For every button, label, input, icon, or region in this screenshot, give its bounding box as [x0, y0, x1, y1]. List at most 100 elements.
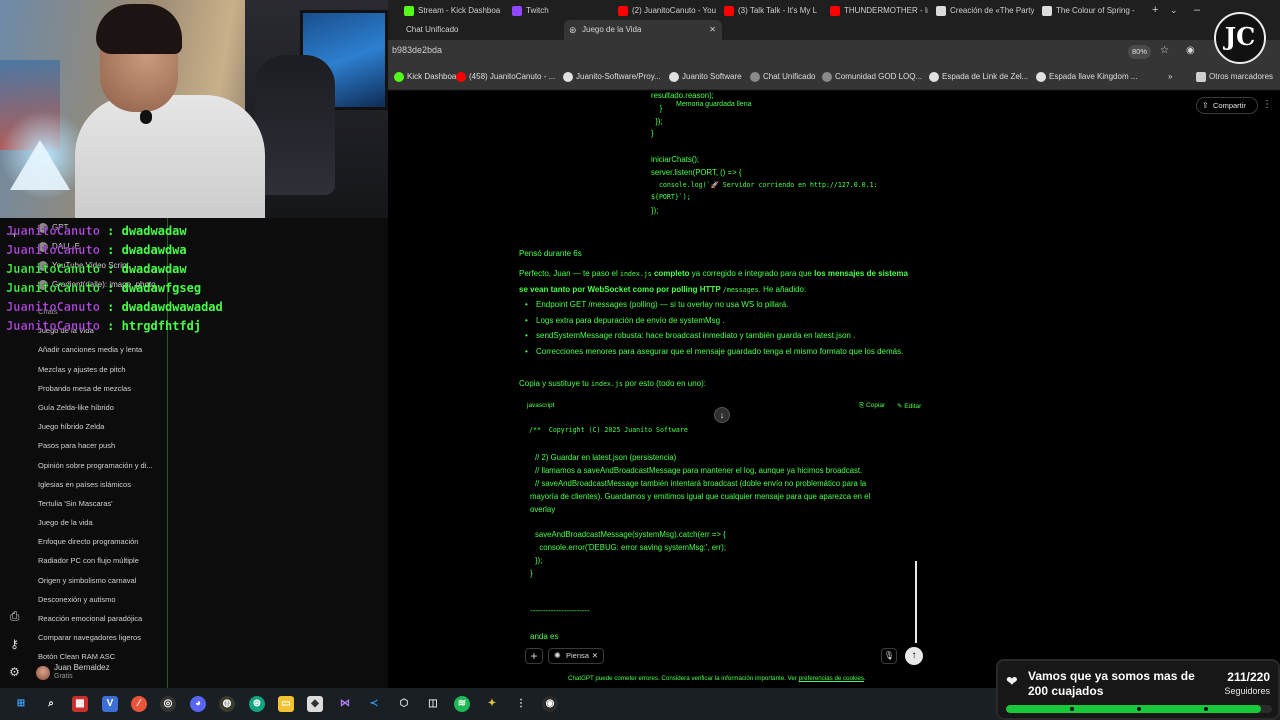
microphone-button[interactable]: 🎙: [881, 648, 897, 664]
browser-tab-row: Chat Unificado ⊛ Juego de la Vida ✕: [388, 20, 1280, 40]
other-bookmarks-label: Otros marcadores: [1209, 72, 1274, 81]
chat-text: dwadawdaw: [121, 262, 187, 276]
sidebar-chat-item[interactable]: Probando mesa de mezclas: [38, 379, 166, 398]
bookmark-item[interactable]: Chat Unificado: [750, 64, 815, 90]
send-button[interactable]: ↑: [905, 647, 923, 665]
disclaimer: ChatGPT puede cometer errores. Considera…: [568, 675, 866, 682]
discord-icon[interactable]: ◕: [190, 696, 206, 712]
browser-tab[interactable]: Stream - Kick Dashboa: [402, 2, 506, 20]
sidebar-chat-item[interactable]: Reacción emocional paradójica: [38, 609, 166, 628]
code-line: });: [651, 116, 663, 126]
composer-scrollbar[interactable]: [915, 561, 917, 643]
progress-marker: [1204, 707, 1208, 711]
more-bookmarks-icon[interactable]: »: [1168, 64, 1172, 90]
more-options-icon[interactable]: ⋮: [1262, 99, 1272, 110]
sidebar-chat-item[interactable]: Iglesias en países islámicos: [38, 475, 166, 494]
browser-tab[interactable]: (2) JuanitoCanuto - You: [616, 2, 716, 20]
sidebar-chat-item[interactable]: Desconexión y autismo: [38, 590, 166, 609]
bookmark-label: Chat Unificado: [763, 72, 816, 81]
file-explorer-icon[interactable]: ▭: [278, 696, 294, 712]
app-icon[interactable]: ⁄: [131, 696, 147, 712]
app-icon[interactable]: ⬡: [396, 696, 412, 712]
app-icon[interactable]: ▦: [72, 696, 88, 712]
browser-tab[interactable]: THUNDERMOTHER - In: [828, 2, 928, 20]
app-icon[interactable]: ◆: [307, 696, 323, 712]
vscode-icon[interactable]: ≺: [366, 696, 382, 712]
sidebar-chat-item[interactable]: Origen y simbolismo carnaval: [38, 571, 166, 590]
tab-chat-unificado[interactable]: Chat Unificado: [398, 20, 568, 40]
edit-code-button[interactable]: ✎ Editar: [897, 402, 921, 410]
thought-duration[interactable]: Pensó durante 6s: [519, 249, 582, 258]
bookmark-item[interactable]: Espada llave Kingdom ...: [1036, 64, 1138, 90]
minimize-icon[interactable]: –: [1194, 2, 1200, 18]
sidebar-chat-item[interactable]: Guía Zelda-like híbrido: [38, 398, 166, 417]
bookmark-item[interactable]: Comunidad GOD LOQ...: [822, 64, 922, 90]
sidebar-chat-item[interactable]: Mezclas y ajustes de pitch: [38, 360, 166, 379]
app-icon[interactable]: ◍: [219, 696, 235, 712]
gear-icon[interactable]: ⚙: [8, 666, 21, 679]
sidebar-chat-item[interactable]: Opinión sobre programación y di...: [38, 456, 166, 475]
user-profile[interactable]: Juan Bernaldez Gratis: [36, 663, 166, 685]
sidebar-chat-item[interactable]: Comparar navegadores ligeros: [38, 628, 166, 647]
bookmark-label: Comunidad GOD LOQ...: [835, 72, 923, 81]
chatgpt-app-icon[interactable]: ⊛: [249, 696, 265, 712]
copy-code-button[interactable]: ⎘ Copiar: [859, 402, 885, 410]
share-button[interactable]: ⇪ Compartir: [1196, 97, 1258, 114]
add-attachment-button[interactable]: +: [525, 648, 543, 664]
zoom-level[interactable]: 80%: [1128, 45, 1152, 59]
remove-chip-icon[interactable]: ✕: [592, 649, 598, 663]
app-icon[interactable]: ◫: [425, 696, 441, 712]
composer-input[interactable]: anda es: [530, 632, 558, 641]
tab-list-chevron-icon[interactable]: ⌄: [1170, 2, 1178, 18]
think-mode-chip[interactable]: ✺ Piensa ✕: [548, 648, 604, 664]
app-icon[interactable]: ◉: [542, 696, 558, 712]
sidebar-chat-item[interactable]: Juego de la vida: [38, 513, 166, 532]
sidebar-chat-item[interactable]: Tertulia 'Sin Mascaras': [38, 494, 166, 513]
url-text[interactable]: b983de2bda: [392, 45, 442, 55]
cookie-preferences-link[interactable]: preferencias de cookies: [799, 675, 864, 682]
close-tab-icon[interactable]: ✕: [709, 20, 716, 40]
sidebar-chat-item[interactable]: Juego híbrido Zelda: [38, 417, 166, 436]
app-icon[interactable]: ◎: [160, 696, 176, 712]
bookmark-item[interactable]: Juanito Software: [669, 64, 742, 90]
tab-favicon-icon: [830, 6, 840, 16]
search-icon[interactable]: ⌕: [43, 696, 59, 712]
tab-favicon-icon: [618, 6, 628, 16]
folder-icon: [1196, 72, 1206, 82]
sidebar-chat-item[interactable]: Enfoque directo programación: [38, 532, 166, 551]
other-bookmarks[interactable]: Otros marcadores: [1196, 64, 1273, 90]
new-tab-icon[interactable]: +: [1152, 2, 1158, 18]
tab-label: Twitch: [526, 6, 549, 15]
stream-chat-message: JuanitoCanuto : dwadawdwawadad: [6, 298, 246, 317]
sidebar-chat-item[interactable]: Radiador PC con flujo múltiple: [38, 551, 166, 570]
profile-icon[interactable]: ◉: [1186, 45, 1195, 56]
app-icon[interactable]: ✦: [484, 696, 500, 712]
tab-juego-de-la-vida[interactable]: ⊛ Juego de la Vida ✕: [564, 20, 722, 40]
bookmark-item[interactable]: Kick Dashboa...: [394, 64, 463, 90]
goal-text: Vamos que ya somos mas de 200 cuajados: [1028, 669, 1195, 698]
scroll-down-button[interactable]: ↓: [714, 407, 730, 423]
visual-studio-icon[interactable]: ⋈: [337, 696, 353, 712]
key-icon[interactable]: ⚷: [8, 638, 21, 651]
tab-label: The Colour of Spring -: [1056, 6, 1135, 15]
vegas-icon[interactable]: V: [102, 696, 118, 712]
windows-start-icon[interactable]: ⊞: [13, 696, 29, 712]
sidebar-chat-item[interactable]: Añadir canciones media y lenta: [38, 340, 166, 359]
browser-tab[interactable]: The Colour of Spring -: [1040, 2, 1144, 20]
chat-text: htrgdfhtfdj: [121, 319, 202, 333]
browser-tab[interactable]: Twitch: [510, 2, 610, 20]
bookmark-item[interactable]: (458) JuanitoCanuto - ...: [456, 64, 555, 90]
bookmark-item[interactable]: Juanito-Software/Proy...: [563, 64, 661, 90]
sidebar-chat-item[interactable]: Pasos para hacer push: [38, 436, 166, 455]
chat-separator: :: [99, 281, 122, 295]
spotify-icon[interactable]: ≋: [454, 696, 470, 712]
browser-tab[interactable]: Creación de «The Party: [934, 2, 1034, 20]
library-icon[interactable]: ⎙: [8, 610, 21, 623]
bookmark-item[interactable]: Espada de Link de Zel...: [929, 64, 1028, 90]
stream-chat-message: JuanitoCanuto : dwadwadaw: [6, 222, 246, 241]
star-icon[interactable]: ☆: [1160, 45, 1169, 56]
address-bar[interactable]: b983de2bda 80% ☆ ◉: [388, 40, 1280, 64]
browser-tab[interactable]: (3) Talk Talk - It's My L: [722, 2, 822, 20]
stream-chat-message: JuanitoCanuto : htrgdfhtfdj: [6, 317, 246, 336]
app-icon[interactable]: ⋮: [513, 696, 529, 712]
